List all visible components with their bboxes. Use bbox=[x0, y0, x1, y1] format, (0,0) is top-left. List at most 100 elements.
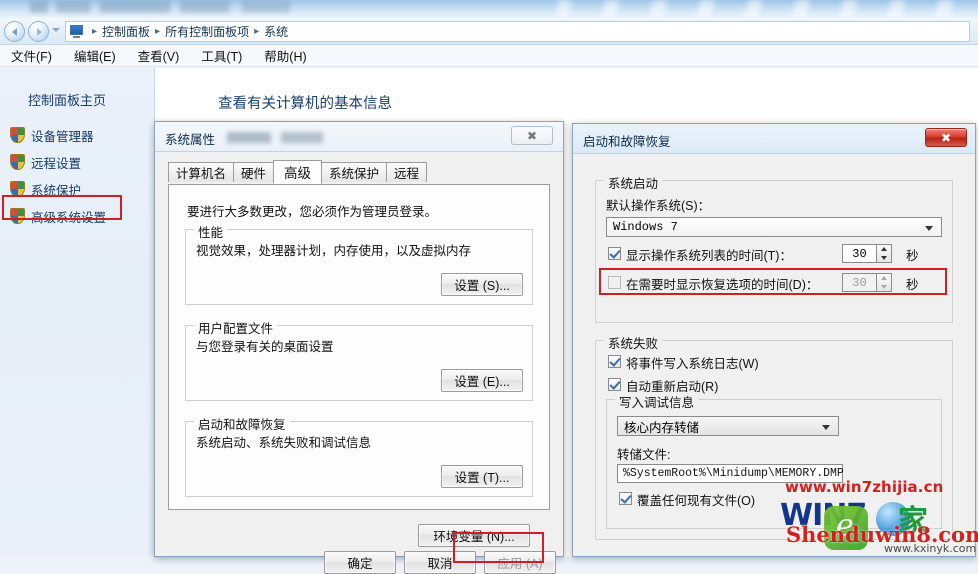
spinner-down-icon[interactable] bbox=[877, 254, 891, 263]
sidebar-item-label: 高级系统设置 bbox=[31, 210, 107, 225]
performance-group-label: 性能 bbox=[194, 222, 228, 241]
default-os-dropdown[interactable]: Windows 7 bbox=[606, 217, 942, 237]
sidebar-item-label: 远程设置 bbox=[31, 156, 82, 171]
tab-computer-name[interactable]: 计算机名 bbox=[168, 162, 235, 182]
sidebar-item-label: 系统保护 bbox=[31, 183, 82, 198]
menu-help[interactable]: 帮助(H) bbox=[261, 45, 309, 66]
sidebar-item-remote-settings[interactable]: 远程设置 bbox=[6, 150, 151, 174]
overwrite-file-checkbox[interactable] bbox=[619, 492, 632, 505]
show-os-list-value: 30 bbox=[842, 244, 876, 263]
sidebar-item-advanced-system-settings[interactable]: 高级系统设置 bbox=[6, 204, 151, 228]
startup-recovery-group: 启动和故障恢复 系统启动、系统失败和调试信息 设置 (T)... bbox=[185, 414, 533, 497]
show-os-list-unit: 秒 bbox=[906, 249, 919, 263]
show-recovery-options-value: 30 bbox=[842, 273, 876, 292]
menu-edit[interactable]: 编辑(E) bbox=[71, 45, 119, 66]
system-properties-dialog: 系统属性 ✖ 计算机名 硬件 高级 系统保护 远程 要进行大多数更改，您必须作为… bbox=[154, 121, 564, 574]
tab-remote[interactable]: 远程 bbox=[386, 162, 428, 182]
title-bar-sheen bbox=[558, 0, 978, 18]
show-recovery-options-unit: 秒 bbox=[906, 278, 919, 292]
sidebar-heading: 控制面板主页 bbox=[28, 93, 107, 108]
system-failure-group-label: 系统失败 bbox=[604, 333, 663, 352]
user-profiles-group: 用户配置文件 与您登录有关的桌面设置 设置 (E)... bbox=[185, 318, 533, 401]
watermark-url: www.win7zhijia.cn bbox=[785, 478, 944, 496]
blurred-subtitle bbox=[227, 132, 323, 143]
menu-file[interactable]: 文件(F) bbox=[8, 45, 55, 66]
tab-system-protection[interactable]: 系统保护 bbox=[321, 162, 388, 182]
system-properties-title-bar: 系统属性 ✖ bbox=[155, 122, 563, 152]
chevron-down-icon bbox=[822, 425, 830, 430]
close-icon[interactable]: ✖ bbox=[511, 126, 553, 145]
sidebar: 控制面板主页 设备管理器 远程设置 系统保护 高级系统设置 bbox=[0, 68, 155, 557]
sidebar-item-label: 设备管理器 bbox=[31, 129, 94, 144]
chevron-down-icon bbox=[925, 226, 933, 231]
show-os-list-label: 显示操作系统列表的时间(T)： bbox=[626, 249, 792, 263]
auto-restart-checkbox[interactable] bbox=[608, 378, 621, 391]
sidebar-item-device-manager[interactable]: 设备管理器 bbox=[6, 123, 151, 147]
tab-advanced[interactable]: 高级 bbox=[273, 160, 323, 184]
menu-view[interactable]: 查看(V) bbox=[135, 45, 183, 66]
breadcrumb-separator: ▸ bbox=[155, 26, 161, 37]
performance-description: 视觉效果，处理器计划，内存使用，以及虚拟内存 bbox=[196, 244, 472, 258]
performance-settings-button[interactable]: 设置 (S)... bbox=[441, 273, 523, 296]
debug-info-group-label: 写入调试信息 bbox=[615, 392, 699, 411]
chevron-down-icon[interactable] bbox=[52, 28, 60, 32]
breadcrumb-item-system[interactable]: 系统 bbox=[264, 23, 288, 40]
menu-bar: 文件(F) 编辑(E) 查看(V) 工具(T) 帮助(H) bbox=[0, 45, 978, 67]
dump-type-dropdown[interactable]: 核心内存转储 bbox=[617, 416, 839, 436]
breadcrumb-separator: ▸ bbox=[254, 26, 260, 37]
system-startup-group: 系统启动 默认操作系统(S)： Windows 7 显示操作系统列表的时间(T)… bbox=[595, 173, 953, 323]
show-os-list-spinner[interactable]: 30 bbox=[842, 244, 892, 263]
forward-button[interactable] bbox=[28, 21, 49, 42]
show-recovery-options-spinner[interactable]: 30 bbox=[842, 273, 892, 292]
sidebar-item-system-protection[interactable]: 系统保护 bbox=[6, 177, 151, 201]
forward-arrow-icon bbox=[36, 27, 42, 36]
back-arrow-icon bbox=[11, 27, 17, 36]
user-profiles-description: 与您登录有关的桌面设置 bbox=[196, 340, 334, 354]
default-os-label: 默认操作系统(S)： bbox=[606, 199, 711, 213]
show-os-list-checkbox[interactable] bbox=[608, 247, 621, 260]
admin-notice: 要进行大多数更改，您必须作为管理员登录。 bbox=[187, 205, 438, 219]
spinner-up-icon[interactable] bbox=[877, 274, 891, 283]
performance-group: 性能 视觉效果，处理器计划，内存使用，以及虚拟内存 设置 (S)... bbox=[185, 222, 533, 305]
user-profiles-settings-button[interactable]: 设置 (E)... bbox=[441, 369, 523, 392]
dump-type-value: 核心内存转储 bbox=[624, 420, 700, 435]
shield-icon bbox=[10, 208, 25, 224]
user-profiles-group-label: 用户配置文件 bbox=[194, 318, 278, 337]
startup-recovery-group-label: 启动和故障恢复 bbox=[194, 414, 290, 433]
page-title: 查看有关计算机的基本信息 bbox=[218, 96, 392, 112]
breadcrumb-separator: ▸ bbox=[92, 26, 98, 37]
cancel-button[interactable]: 取消 bbox=[404, 551, 476, 574]
environment-variables-button[interactable]: 环境变量 (N)... bbox=[418, 524, 530, 547]
tab-hardware[interactable]: 硬件 bbox=[233, 162, 275, 182]
system-startup-group-label: 系统启动 bbox=[604, 173, 663, 192]
startup-recovery-description: 系统启动、系统失败和调试信息 bbox=[196, 436, 372, 450]
breadcrumb[interactable]: ▸ 控制面板 ▸ 所有控制面板项 ▸ 系统 bbox=[65, 21, 970, 42]
apply-button: 应用 (A) bbox=[484, 551, 556, 574]
shield-icon bbox=[10, 154, 25, 170]
tabstrip: 计算机名 硬件 高级 系统保护 远程 bbox=[168, 160, 428, 184]
blurred-window-title bbox=[30, 1, 430, 13]
navigation-bar: ▸ 控制面板 ▸ 所有控制面板项 ▸ 系统 bbox=[0, 18, 978, 45]
spinner-up-icon[interactable] bbox=[877, 245, 891, 254]
watermark-logo-kxinyk: www.kxinyk.com bbox=[884, 542, 977, 555]
spinner-down-icon[interactable] bbox=[877, 283, 891, 292]
advanced-tab-panel: 要进行大多数更改，您必须作为管理员登录。 性能 视觉效果，处理器计划，内存使用，… bbox=[168, 184, 550, 510]
shield-icon bbox=[10, 181, 25, 197]
breadcrumb-item-control-panel[interactable]: 控制面板 bbox=[102, 23, 150, 40]
close-icon[interactable]: ✖ bbox=[925, 128, 967, 147]
show-recovery-options-label: 在需要时显示恢复选项的时间(D)： bbox=[626, 278, 819, 292]
default-os-value: Windows 7 bbox=[613, 220, 678, 234]
write-event-log-checkbox[interactable] bbox=[608, 355, 621, 368]
menu-tools[interactable]: 工具(T) bbox=[198, 45, 245, 66]
ok-button[interactable]: 确定 bbox=[324, 551, 396, 574]
startup-recovery-title-bar: 启动和故障恢复 ✖ bbox=[573, 124, 975, 154]
watermark-logo: WIN7 家 Shenduwin8.com www.kxinyk.com bbox=[780, 496, 978, 555]
startup-recovery-title: 启动和故障恢复 bbox=[583, 135, 671, 149]
startup-recovery-settings-button[interactable]: 设置 (T)... bbox=[441, 465, 523, 488]
show-recovery-options-checkbox[interactable] bbox=[608, 276, 621, 289]
shield-icon bbox=[10, 127, 25, 143]
dump-file-label: 转储文件: bbox=[617, 448, 671, 462]
breadcrumb-item-all-items[interactable]: 所有控制面板项 bbox=[165, 23, 249, 40]
back-button[interactable] bbox=[4, 21, 25, 42]
overwrite-file-label: 覆盖任何现有文件(O) bbox=[637, 494, 756, 508]
